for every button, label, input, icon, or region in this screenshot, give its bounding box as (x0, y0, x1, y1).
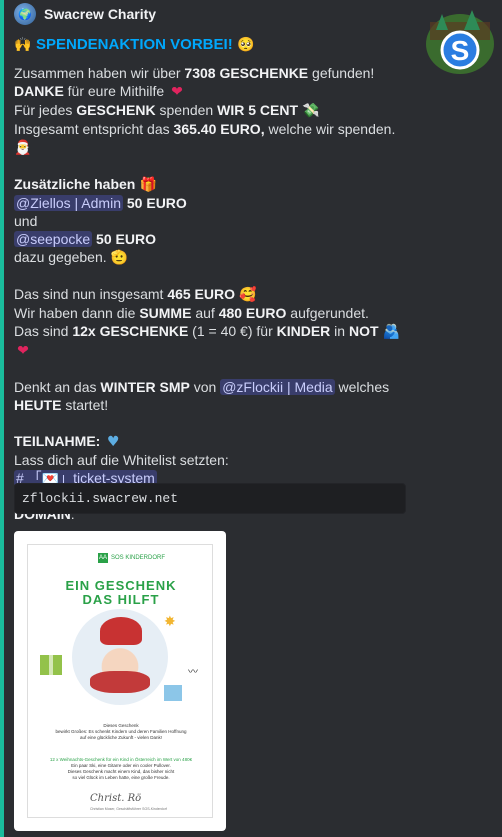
raised-hands-icon: 🙌 (14, 37, 32, 53)
money-wings-icon: 💸 (302, 103, 320, 119)
gift-box-icon (40, 655, 62, 675)
signature-caption: Christian Moser, Geschäftsführer SOS-Kin… (90, 807, 167, 811)
thumbnail-logo[interactable]: S (422, 4, 498, 76)
line-whitelist: Lass dich auf die Whitelist setzten: (14, 452, 229, 468)
embed-description: 🙌 SPENDENAKTION VORBEI! 🥺 Zusammen haben… (14, 36, 414, 523)
mention-ziellos[interactable]: @Ziellos | Admin (14, 195, 123, 211)
line-mention1: @Ziellos | Admin 50 EURO (14, 195, 187, 211)
certificate-text: Dieses Geschenk bewirkt Großes: Es schenk… (55, 723, 187, 740)
pleading-face-icon: 🥺 (236, 37, 255, 53)
smiling-hearts-icon: 🥰 (239, 287, 257, 303)
line-today: HEUTE startet! (14, 397, 109, 413)
author-name[interactable]: Swacrew Charity (44, 6, 156, 22)
line-found: Zusammen haben wir über 7308 GESCHENKE g… (14, 65, 375, 81)
line-mention2: @seepocke 50 EURO (14, 231, 156, 247)
line-per-gift: Für jedes GESCHENK spenden WIR 5 CENT 💸 (14, 102, 320, 119)
embed-author[interactable]: 🌍 Swacrew Charity (14, 3, 156, 25)
title-text: SPENDENAKTION VORBEI! (36, 36, 233, 53)
bird-icon: 〰 (188, 667, 198, 678)
mention-zflockii[interactable]: @zFlockii | Media (220, 379, 335, 395)
mention-seepocke[interactable]: @seepocke (14, 231, 93, 247)
embed-title: 🙌 SPENDENAKTION VORBEI! 🥺 (14, 36, 414, 54)
star-icon: ✸ (164, 613, 176, 629)
line-participation: TEILNAHME: ♥ (14, 432, 414, 451)
certificate-details: Ein paar Ski, eine Gitarre oder ein cool… (67, 763, 175, 780)
line-thanks: DANKE für eure Mithilfe ❤ (14, 82, 414, 101)
line-sum: Das sind nun insgesamt 465 EURO 🥰 (14, 286, 257, 303)
house-icon (164, 685, 182, 701)
author-avatar[interactable]: 🌍 (14, 3, 36, 25)
certificate-title: EIN GESCHENK DAS HILFT (65, 578, 177, 607)
line-und: und (14, 213, 38, 229)
domain-code-block[interactable]: zflockii.swacrew.net (14, 483, 406, 514)
santa-icon: 🎅 (14, 140, 32, 156)
gift-certificate: AA SOS KINDERDORF EIN GESCHENK DAS HILFT ✸… (27, 544, 213, 818)
line-gifts: Das sind 12x GESCHENKE (1 = 40 €) für KI… (14, 323, 401, 359)
line-total: Insgesamt entspricht das 365.40 EURO, we… (14, 121, 396, 156)
signature: Christ. Rö (90, 793, 142, 804)
blue-heart-icon: ♥ (106, 434, 120, 450)
people-hugging-icon: 🫂 (382, 324, 401, 340)
line-rounded: Wir haben dann die SUMME auf 480 EURO au… (14, 305, 369, 321)
line-winter: Denkt an das WINTER SMP von @zFlockii | … (14, 379, 390, 395)
child-photo (72, 609, 168, 705)
embed-image[interactable]: AA SOS KINDERDORF EIN GESCHENK DAS HILFT ✸… (14, 531, 226, 831)
sos-logo: AA SOS KINDERDORF (98, 553, 166, 563)
line-given: dazu gegeben. 🫡 (14, 249, 129, 266)
line-additional: Zusätzliche haben 🎁 (14, 176, 157, 193)
red-heart-icon: ❤ (171, 84, 183, 100)
saluting-face-icon: 🫡 (110, 250, 129, 266)
red-heart-icon: ❤ (17, 343, 29, 359)
thumbnail-letter: S (451, 35, 470, 66)
gift-icon: 🎁 (139, 177, 157, 193)
